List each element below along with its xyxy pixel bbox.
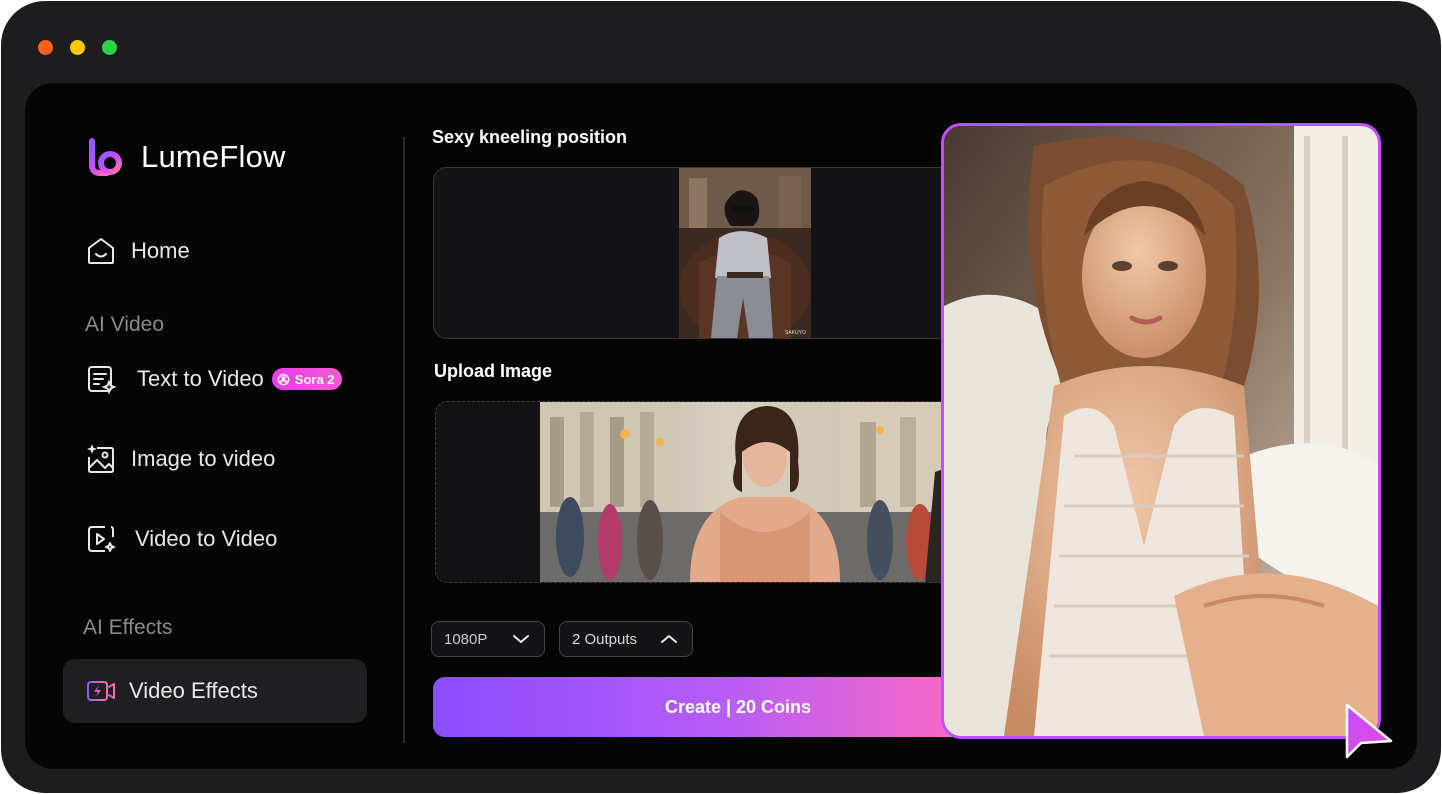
sidebar-item-label: Home	[131, 238, 190, 263]
pointer-cursor-icon	[1345, 703, 1393, 759]
effect-preview-panel[interactable]: SAKUYO	[433, 167, 995, 339]
sidebar-item-home[interactable]: Home	[85, 235, 190, 267]
badge-label: Sora 2	[294, 371, 335, 387]
outputs-value: 2 Outputs	[572, 630, 638, 648]
sidebar-item-label: Image to video	[131, 446, 276, 471]
sidebar-item-label: Video Effects	[129, 678, 258, 703]
close-window-button[interactable]	[38, 40, 53, 55]
video-effects-icon	[87, 681, 115, 701]
image-icon	[87, 444, 114, 473]
chevron-up-icon	[661, 635, 677, 643]
logo-icon	[89, 138, 122, 176]
section-label-ai-video: AI Video	[85, 313, 165, 336]
section-label-ai-effects: AI Effects	[83, 616, 173, 639]
app-window: LumeFlow Home AI Video Text to Video Sor…	[1, 1, 1441, 793]
svg-text:SAKUYO: SAKUYO	[785, 330, 806, 336]
chevron-down-icon	[513, 635, 529, 643]
resolution-select[interactable]: 1080P	[431, 621, 545, 657]
sidebar-item-video-to-video[interactable]: Video to Video	[85, 523, 277, 555]
text-video-icon	[88, 366, 117, 395]
openai-icon	[277, 373, 290, 385]
sidebar-item-video-effects-content: Video Effects	[85, 675, 258, 707]
resolution-value: 1080P	[444, 630, 488, 648]
uploaded-image	[540, 402, 992, 582]
video-icon	[88, 526, 115, 552]
maximize-window-button[interactable]	[102, 40, 117, 55]
sidebar-item-image-to-video[interactable]: Image to video	[85, 443, 275, 475]
brand-logo[interactable]: LumeFlow	[83, 135, 286, 179]
upload-title: Upload Image	[434, 361, 553, 381]
sora-badge: Sora 2	[271, 368, 342, 390]
sidebar-item-label: Text to Video	[137, 366, 264, 391]
sidebar-item-text-to-video[interactable]: Text to Video Sora 2	[85, 363, 342, 395]
sidebar-item-label: Video to Video	[135, 526, 278, 551]
sidebar-divider	[403, 137, 405, 743]
outputs-select[interactable]: 2 Outputs	[559, 621, 693, 657]
result-image	[944, 126, 1378, 736]
home-icon	[88, 238, 114, 264]
effect-sample-image: SAKUYO	[679, 168, 811, 338]
minimize-window-button[interactable]	[70, 40, 85, 55]
brand-name: LumeFlow	[141, 139, 286, 174]
effect-title: Sexy kneeling position	[432, 127, 628, 147]
upload-image-dropzone[interactable]	[435, 401, 993, 583]
create-button-label: Create | 20 Coins	[664, 696, 812, 717]
result-preview-card[interactable]	[941, 123, 1381, 739]
